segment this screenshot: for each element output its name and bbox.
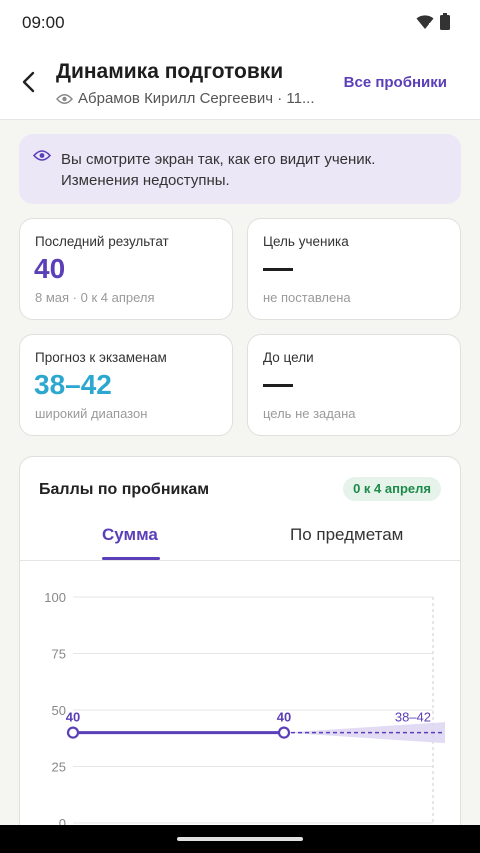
card-sub: 8 мая · 0 к 4 апреля bbox=[35, 290, 155, 305]
data-label: 40 bbox=[277, 710, 291, 725]
read-only-notice: Вы смотрите экран так, как его видит уче… bbox=[19, 134, 461, 204]
arrow-left-icon bbox=[22, 71, 35, 93]
empty-value-dash bbox=[263, 268, 293, 271]
to-goal-card: До цели цель не задана bbox=[247, 334, 461, 436]
tab-sum[interactable]: Сумма bbox=[102, 525, 158, 545]
status-time: 09:00 bbox=[22, 13, 65, 32]
status-badge: 0 к 4 апреля bbox=[343, 477, 441, 501]
card-sub: не поставлена bbox=[263, 290, 351, 305]
data-point bbox=[277, 726, 291, 739]
content-scroll[interactable]: Вы смотрите экран так, как его видит уче… bbox=[0, 121, 480, 825]
y-tick-label: 0 bbox=[59, 816, 66, 825]
chart-card-title: Баллы по пробникам bbox=[39, 481, 210, 498]
card-value: 38–42 bbox=[34, 369, 112, 400]
tab-by-subject[interactable]: По предметам bbox=[290, 525, 403, 545]
data-label: 40 bbox=[66, 710, 80, 725]
card-label: Прогноз к экзаменам bbox=[35, 350, 167, 365]
y-tick-label: 25 bbox=[52, 760, 66, 775]
app-bar: Динамика подготовки Абрамов Кирилл Серге… bbox=[0, 46, 480, 120]
status-icons bbox=[416, 13, 450, 30]
page-title: Динамика подготовки bbox=[56, 60, 284, 83]
scores-chart-card: Баллы по пробникам 0 к 4 апреля Сумма По… bbox=[19, 456, 461, 825]
student-name: Абрамов Кирилл Сергеевич · 11... bbox=[78, 90, 315, 107]
student-subtitle: Абрамов Кирилл Сергеевич · 11... bbox=[56, 90, 331, 107]
eye-icon bbox=[33, 150, 51, 161]
card-label: Последний результат bbox=[35, 234, 169, 249]
card-label: До цели bbox=[263, 350, 314, 365]
card-value: 40 bbox=[34, 253, 66, 284]
all-mocks-link[interactable]: Все пробники bbox=[344, 74, 447, 91]
home-handle[interactable] bbox=[177, 837, 303, 841]
forecast-label: 38–42 bbox=[395, 710, 431, 725]
battery-icon bbox=[440, 13, 450, 30]
card-sub: цель не задана bbox=[263, 406, 356, 421]
student-goal-card: Цель ученика не поставлена bbox=[247, 218, 461, 320]
scores-line-chart: 100 75 50 25 0 40 40 38–42 bbox=[44, 590, 445, 825]
system-nav-bar bbox=[0, 825, 480, 853]
tab-indicator bbox=[102, 557, 160, 560]
y-tick-label: 50 bbox=[52, 703, 66, 718]
empty-value-dash bbox=[263, 384, 293, 387]
exam-forecast-card: Прогноз к экзаменам 38–42 широкий диапаз… bbox=[19, 334, 233, 436]
last-result-card: Последний результат 40 8 мая · 0 к 4 апр… bbox=[19, 218, 233, 320]
back-button[interactable] bbox=[14, 66, 46, 98]
status-bar: 09:00 bbox=[0, 0, 480, 46]
notice-text: Вы смотрите экран так, как его видит уче… bbox=[61, 151, 376, 189]
y-tick-label: 75 bbox=[52, 647, 66, 662]
wifi-icon bbox=[416, 14, 434, 29]
data-point bbox=[66, 726, 80, 739]
y-tick-label: 100 bbox=[44, 590, 66, 605]
card-label: Цель ученика bbox=[263, 234, 349, 249]
chart-tabs: Сумма По предметам bbox=[20, 517, 460, 561]
eye-icon bbox=[56, 93, 73, 104]
card-sub: широкий диапазон bbox=[35, 406, 148, 421]
